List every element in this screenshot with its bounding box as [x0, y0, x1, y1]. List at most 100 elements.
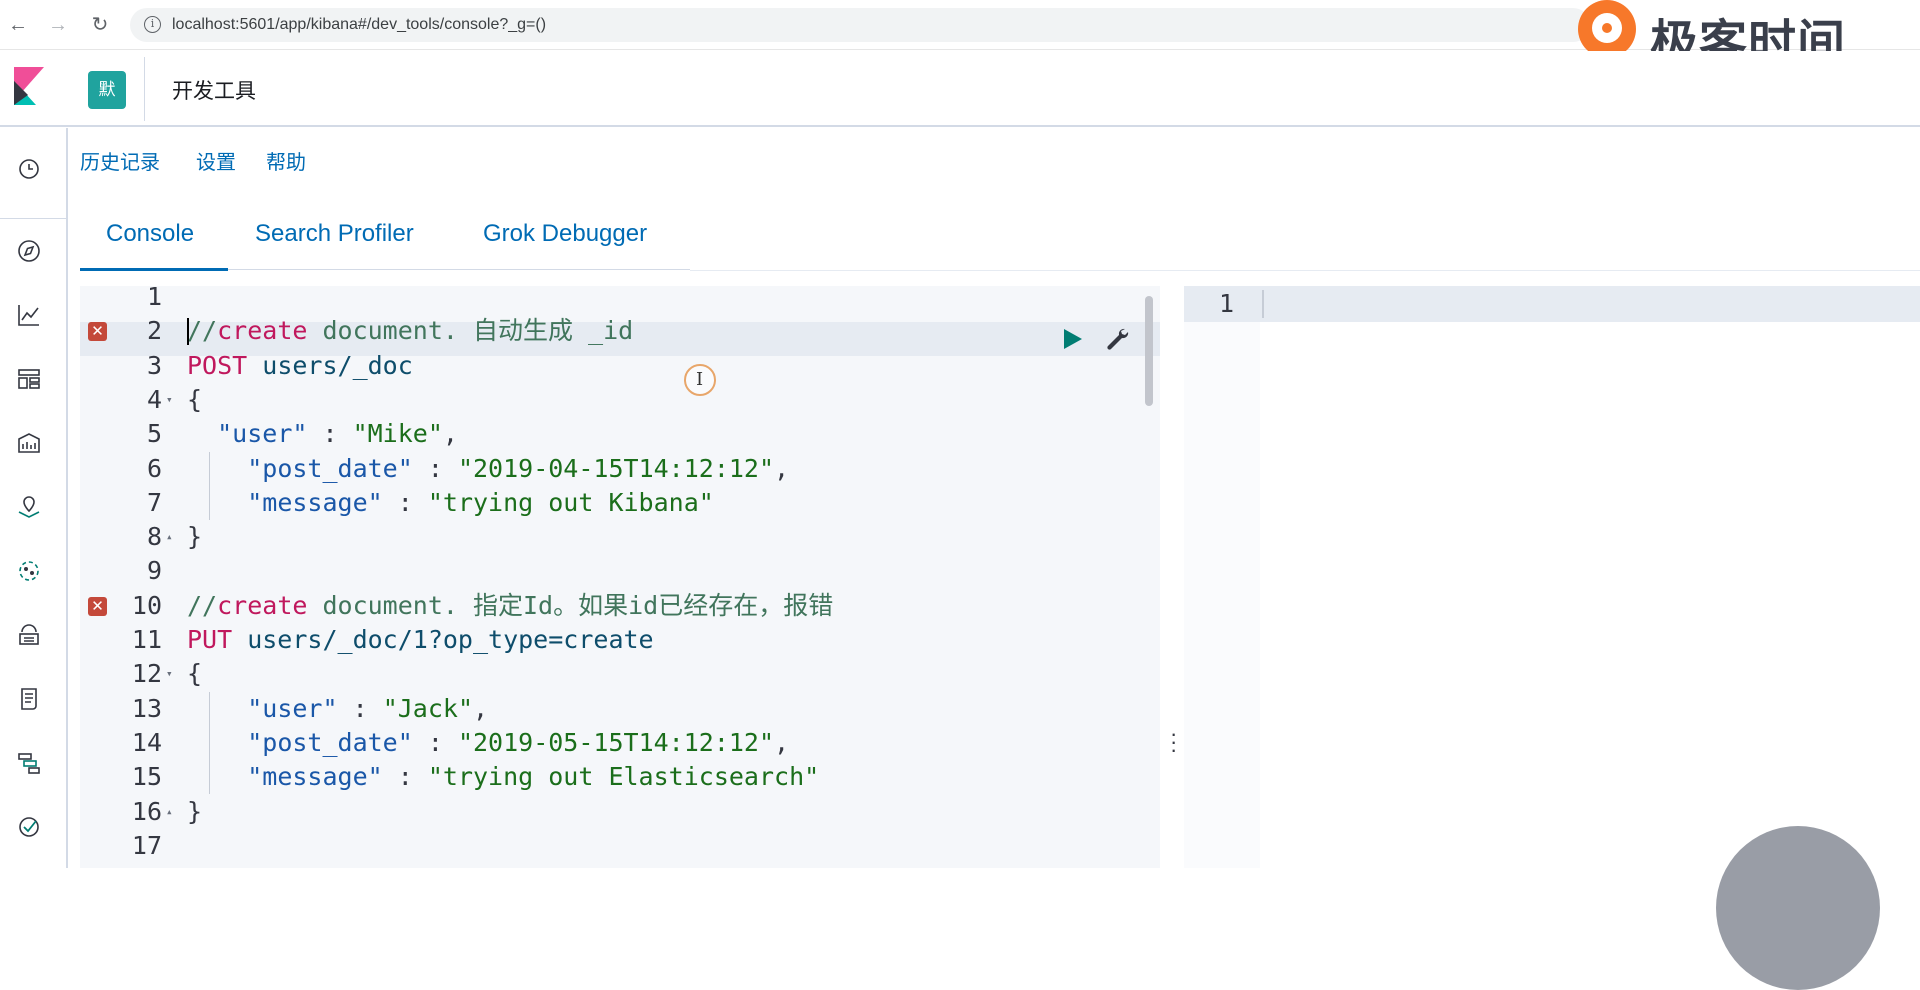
json-key: "post_date" — [247, 453, 413, 483]
code-line[interactable]: 1 — [80, 286, 1160, 314]
line-number: 17 — [131, 830, 162, 860]
fold-toggle-icon[interactable]: ▴ — [166, 795, 173, 829]
ml-icon[interactable] — [16, 558, 42, 584]
code-line[interactable]: 12 ▾ { — [80, 657, 1160, 691]
code-line[interactable]: 13 "user" : "Jack", — [80, 691, 1160, 726]
code-line[interactable]: 11 PUT users/_doc/1?op_type=create — [80, 623, 1160, 657]
json-comma: , — [774, 453, 790, 483]
brace: } — [187, 796, 203, 826]
json-value: "2019-04-15T14:12:12" — [457, 453, 775, 483]
drag-handle-icon[interactable]: · · · — [1170, 723, 1177, 761]
output-pane[interactable]: 1 — [1184, 286, 1920, 868]
json-comma: , — [442, 419, 458, 449]
code-line[interactable]: 4 ▾ { — [80, 383, 1160, 417]
pane-resizer[interactable]: · · · — [1160, 286, 1184, 868]
code-text[interactable]: //create document. 指定Id。如果id已经存在，报错 — [187, 589, 833, 623]
apm-icon[interactable] — [16, 750, 42, 776]
tab-console[interactable]: Console — [106, 220, 194, 248]
code-text[interactable]: //create document. 自动生成 _id — [187, 314, 633, 348]
json-key: "post_date" — [247, 727, 413, 757]
line-number: 8 — [146, 522, 162, 552]
code-line[interactable]: 8 ▴} — [80, 520, 1160, 554]
page-title: 开发工具 — [172, 80, 256, 103]
code-text[interactable]: "post_date" : "2019-05-15T14:12:12", — [187, 726, 789, 760]
comment-prefix: // — [187, 590, 218, 620]
output-active-line — [1184, 286, 1920, 322]
info-icon[interactable]: i — [144, 16, 161, 33]
fold-toggle-icon[interactable]: ▾ — [166, 657, 173, 691]
brace: { — [187, 659, 203, 689]
code-line[interactable]: 5 "user" : "Mike", — [80, 417, 1160, 451]
logs-icon[interactable] — [16, 686, 42, 712]
back-icon[interactable]: ← — [6, 13, 30, 37]
code-text[interactable]: POST users/_doc — [187, 349, 413, 383]
address-bar[interactable]: i localhost:5601/app/kibana#/dev_tools/c… — [130, 8, 1590, 42]
line-number: 11 — [131, 625, 162, 654]
line-number: 6 — [146, 453, 162, 483]
code-text[interactable]: { — [187, 657, 202, 691]
active-tab-indicator — [80, 268, 228, 271]
code-text[interactable]: } — [187, 520, 202, 554]
uptime-icon[interactable] — [16, 814, 42, 840]
clock-icon[interactable] — [16, 156, 42, 182]
code-line[interactable]: 16 ▴} — [80, 795, 1160, 829]
comment-text: document. 指定Id。如果id已经存在，报错 — [307, 590, 834, 620]
code-line[interactable]: 3 POST users/_doc — [80, 349, 1160, 383]
dev-tools-tabs: Console Search Profiler Grok Debugger — [80, 208, 690, 271]
maps-icon[interactable] — [16, 494, 42, 520]
code-line[interactable]: 9 — [80, 554, 1160, 588]
infrastructure-icon[interactable] — [16, 622, 42, 648]
code-text[interactable]: } — [187, 795, 202, 829]
dashboard-icon[interactable] — [16, 366, 42, 392]
console-editor[interactable]: 1 ✕ 2//create document. 自动生成 _id 3 POST user… — [80, 286, 1160, 868]
code-line[interactable]: ✕ 2//create document. 自动生成 _id — [80, 314, 1160, 348]
code-line[interactable]: ✕ 10//create document. 指定Id。如果id已经存在，报错 — [80, 589, 1160, 623]
code-text[interactable]: "user" : "Mike", — [187, 417, 458, 451]
code-text[interactable]: "message" : "trying out Kibana" — [187, 486, 714, 520]
url-text[interactable]: localhost:5601/app/kibana#/dev_tools/con… — [172, 16, 546, 34]
json-separator: : — [382, 487, 428, 517]
line-number: 5 — [146, 419, 162, 449]
fold-toggle-icon[interactable]: ▴ — [166, 520, 173, 554]
code-line[interactable]: 6 "post_date" : "2019-04-15T14:12:12", — [80, 451, 1160, 486]
tab-search-profiler[interactable]: Search Profiler — [255, 220, 414, 248]
code-text[interactable]: "message" : "trying out Elasticsearch" — [187, 760, 819, 794]
comment-keyword: create — [217, 316, 308, 346]
tab-grok-debugger[interactable]: Grok Debugger — [483, 220, 647, 248]
help-bubble-icon[interactable] — [1716, 826, 1880, 990]
header-divider — [144, 57, 145, 121]
code-line[interactable]: 7 "message" : "trying out Kibana" — [80, 485, 1160, 520]
code-line[interactable]: 17 — [80, 829, 1160, 863]
code-text[interactable]: "post_date" : "2019-04-15T14:12:12", — [187, 452, 789, 486]
canvas-icon[interactable] — [16, 430, 42, 456]
json-separator: : — [412, 453, 458, 483]
compass-icon[interactable] — [16, 238, 42, 264]
line-number: 3 — [146, 350, 162, 380]
request-path: users/_doc/1?op_type=create — [232, 625, 654, 654]
forward-icon[interactable]: → — [46, 13, 70, 37]
wrench-icon[interactable] — [1104, 326, 1130, 352]
fold-toggle-icon[interactable]: ▾ — [166, 383, 173, 417]
reload-icon[interactable]: ↻ — [88, 13, 112, 37]
settings-link[interactable]: 设置 — [196, 146, 236, 175]
play-icon[interactable] — [1060, 327, 1084, 351]
code-text[interactable]: { — [187, 383, 202, 417]
space-avatar[interactable]: 默 — [88, 71, 126, 109]
code-text[interactable]: "user" : "Jack", — [187, 692, 488, 726]
history-link[interactable]: 历史记录 — [80, 146, 160, 175]
json-value: "trying out Elasticsearch" — [427, 762, 820, 792]
kibana-logo-icon[interactable] — [14, 67, 44, 105]
line-number: 13 — [131, 693, 162, 723]
code-line[interactable]: 14 "post_date" : "2019-05-15T14:12:12", — [80, 725, 1160, 760]
chart-icon[interactable] — [16, 302, 42, 328]
json-value: "trying out Kibana" — [427, 487, 714, 517]
editor-scrollbar[interactable] — [1145, 296, 1153, 406]
side-nav — [0, 128, 68, 868]
json-comma: , — [473, 693, 489, 723]
code-text[interactable]: PUT users/_doc/1?op_type=create — [187, 623, 654, 657]
code-line[interactable]: 15 "message" : "trying out Elasticsearch… — [80, 760, 1160, 795]
brace: } — [187, 522, 203, 552]
help-link[interactable]: 帮助 — [266, 146, 306, 175]
json-value: "Mike" — [352, 419, 443, 449]
json-key: "message" — [247, 762, 383, 792]
